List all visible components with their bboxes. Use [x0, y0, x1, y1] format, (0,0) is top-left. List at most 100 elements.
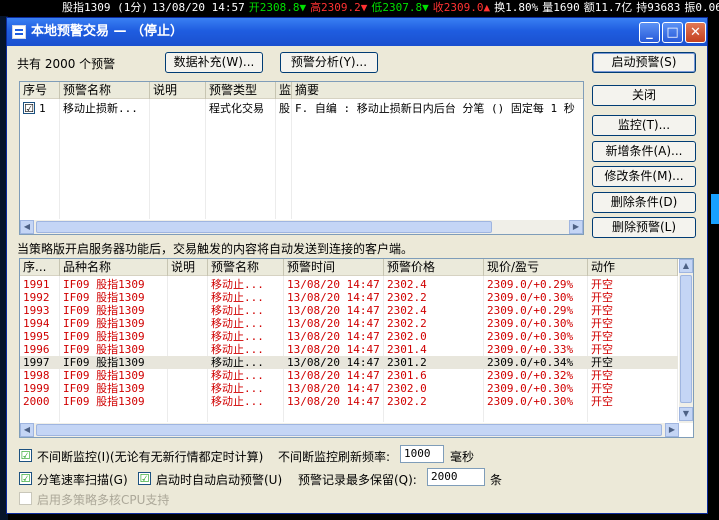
auto-start-checkbox[interactable]: ☑: [138, 472, 151, 485]
ticker-item: 股指1309 (1分): [62, 1, 148, 14]
strategy-horizontal-scrollbar[interactable]: ◀ ▶: [20, 220, 583, 234]
tick-scan-checkbox[interactable]: ☑: [19, 472, 32, 485]
monitor-button[interactable]: 监控(T)...: [592, 115, 696, 136]
scroll-thumb[interactable]: [36, 221, 492, 233]
warning-analysis-button[interactable]: 预警分析(Y)...: [280, 52, 378, 73]
record-column-header[interactable]: 预警时间: [284, 259, 384, 276]
scroll-left-arrow-icon[interactable]: ◀: [20, 423, 34, 437]
record-column-header[interactable]: 序...: [20, 259, 60, 276]
strategy-row[interactable]: ☑ 1 移动止损新... 程式化交易 股.F. 自编 : 移动止损新日内后台 分笔 ()…: [20, 102, 583, 115]
record-column-header[interactable]: 现价/盈亏: [484, 259, 588, 276]
app-icon: [12, 25, 26, 39]
data-fill-button[interactable]: 数据补充(W)...: [165, 52, 263, 73]
record-row[interactable]: 1992 IF09 股指1309 移动止... 13/08/20 14:47 2302.…: [20, 291, 678, 304]
ticker-item: 持93683: [636, 1, 681, 14]
delete-condition-button[interactable]: 删除条件(D): [592, 192, 696, 213]
record-cell-price: 2302.4: [387, 278, 427, 291]
strategy-column-header[interactable]: 预警名称: [60, 82, 150, 99]
record-cell-act: 开空: [591, 330, 613, 343]
warning-record-list[interactable]: 序... 品种名称 说明 预警名称 预警时间 预警价格 现价/盈亏 动作 1991 IF09 股…: [19, 258, 694, 438]
record-row[interactable]: 1995 IF09 股指1309 移动止... 13/08/20 14:47 2302.…: [20, 330, 678, 343]
dialog-titlebar[interactable]: 本地预警交易 — （停止） _ □ ✕: [7, 18, 707, 46]
record-cell-name: IF09 股指1309: [63, 304, 145, 317]
record-cell-desc: [168, 291, 208, 304]
record-cell-pnl: 2309.0/+0.30%: [487, 291, 574, 304]
record-row[interactable]: 2000 IF09 股指1309 移动止... 13/08/20 14:47 2302.…: [20, 395, 678, 408]
record-row[interactable]: 1998 IF09 股指1309 移动止... 13/08/20 14:47 2301.…: [20, 369, 678, 382]
record-cell-pnl: 2309.0/+0.30%: [487, 395, 574, 408]
multicore-checkbox[interactable]: [19, 492, 32, 505]
strategy-column-header[interactable]: 预警类型: [206, 82, 276, 99]
record-cell-time: 13/08/20 14:47: [287, 356, 380, 369]
record-cell-desc: [168, 382, 208, 395]
record-cell-idx: 1991: [23, 278, 50, 291]
record-horizontal-scrollbar[interactable]: ◀ ▶: [20, 423, 679, 437]
close-button[interactable]: 关闭: [592, 85, 696, 106]
record-cell-wname: 移动止...: [211, 304, 264, 317]
record-scroll-thumb[interactable]: [680, 275, 692, 403]
record-row[interactable]: 1996 IF09 股指1309 移动止... 13/08/20 14:47 2301.…: [20, 343, 678, 356]
delete-warning-button[interactable]: 删除预警(L): [592, 217, 696, 238]
strategy-column-header[interactable]: 说明: [150, 82, 206, 99]
strategy-column-header[interactable]: 摘要: [292, 82, 583, 99]
add-condition-button[interactable]: 新增条件(A)...: [592, 141, 696, 162]
strategy-column-header[interactable]: 序号: [20, 82, 60, 99]
ticker-item: 量1690: [542, 1, 580, 14]
record-cell-name: IF09 股指1309: [63, 330, 145, 343]
scroll-right-arrow-icon[interactable]: ▶: [569, 220, 583, 234]
ticker-item: 低2307.8▼: [371, 1, 429, 14]
scroll-right-arrow-icon[interactable]: ▶: [665, 423, 679, 437]
minimize-button[interactable]: _: [639, 22, 660, 43]
scroll-left-arrow-icon[interactable]: ◀: [20, 220, 34, 234]
record-row[interactable]: 1994 IF09 股指1309 移动止... 13/08/20 14:47 2302.…: [20, 317, 678, 330]
grid-line: [291, 99, 292, 219]
scroll-down-arrow-icon[interactable]: ▼: [679, 407, 693, 421]
record-cell-desc: [168, 369, 208, 382]
close-window-button[interactable]: ✕: [685, 22, 706, 43]
strategy-column-header[interactable]: 监: [276, 82, 292, 99]
record-row[interactable]: 1993 IF09 股指1309 移动止... 13/08/20 14:47 2302.…: [20, 304, 678, 317]
strategy-cell-mon: 股.: [279, 102, 292, 115]
record-column-header[interactable]: 预警价格: [384, 259, 484, 276]
record-cell-act: 开空: [591, 343, 613, 356]
server-info-text: 当策略版开启服务器功能后，交易触发的内容将自动发送到连接的客户端。: [17, 242, 414, 256]
modify-condition-button[interactable]: 修改条件(M)...: [592, 166, 696, 187]
record-cell-idx: 1995: [23, 330, 50, 343]
strategy-list[interactable]: 序号预警名称说明预警类型监摘要 ☑ 1 移动止损新... 程式化交易 股.F. 自编 :…: [19, 81, 584, 235]
start-warning-button[interactable]: 启动预警(S): [592, 52, 696, 73]
multicore-label: 启用多策略多核CPU支持: [37, 493, 170, 507]
record-column-header[interactable]: 说明: [168, 259, 208, 276]
record-column-header[interactable]: 预警名称: [208, 259, 284, 276]
auto-start-label: 启动时自动启动预警(U): [156, 473, 283, 487]
record-column-header[interactable]: 动作: [588, 259, 678, 276]
record-vertical-scrollbar[interactable]: ▲ ▼: [679, 259, 693, 423]
record-row[interactable]: 1999 IF09 股指1309 移动止... 13/08/20 14:47 2302.…: [20, 382, 678, 395]
record-cell-wname: 移动止...: [211, 330, 264, 343]
maximize-button[interactable]: □: [662, 22, 683, 43]
record-cell-desc: [168, 330, 208, 343]
record-cell-name: IF09 股指1309: [63, 356, 145, 369]
record-hscroll-thumb[interactable]: [36, 424, 662, 436]
record-cell-time: 13/08/20 14:47: [287, 395, 380, 408]
refresh-frequency-label: 不间断监控刷新频率:: [278, 450, 391, 464]
record-cell-name: IF09 股指1309: [63, 382, 145, 395]
record-cell-desc: [168, 304, 208, 317]
record-cell-wname: 移动止...: [211, 291, 264, 304]
refresh-frequency-input[interactable]: 1000: [400, 445, 444, 463]
record-cell-act: 开空: [591, 382, 613, 395]
record-cell-pnl: 2309.0/+0.30%: [487, 317, 574, 330]
record-cell-price: 2302.0: [387, 330, 427, 343]
record-column-header[interactable]: 品种名称: [60, 259, 168, 276]
tick-scan-label: 分笔速率扫描(G): [37, 473, 128, 487]
record-row[interactable]: 1997 IF09 股指1309 移动止... 13/08/20 14:47 2301.…: [20, 356, 678, 369]
record-cell-idx: 1992: [23, 291, 50, 304]
record-cell-idx: 1997: [23, 356, 50, 369]
record-row[interactable]: 1991 IF09 股指1309 移动止... 13/08/20 14:47 2302.…: [20, 278, 678, 291]
continuous-monitor-checkbox[interactable]: ☑: [19, 449, 32, 462]
scroll-up-arrow-icon[interactable]: ▲: [679, 259, 693, 273]
record-cell-act: 开空: [591, 317, 613, 330]
strategy-enable-checkbox[interactable]: ☑: [23, 102, 35, 114]
ticker-item: 13/08/20 14:57: [151, 1, 245, 14]
record-cell-desc: [168, 317, 208, 330]
max-records-input[interactable]: 2000: [427, 468, 485, 486]
